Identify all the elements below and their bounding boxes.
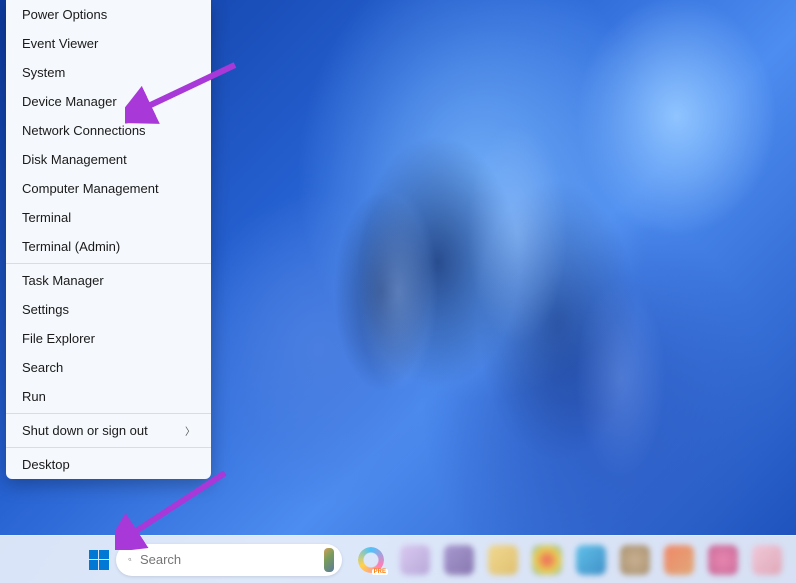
- taskbar-search[interactable]: [116, 544, 342, 576]
- app-icon-1[interactable]: [396, 541, 434, 579]
- search-input[interactable]: [140, 552, 316, 567]
- menu-item-network-connections[interactable]: Network Connections: [6, 116, 211, 145]
- search-highlight-image: [324, 548, 334, 572]
- menu-item-file-explorer[interactable]: File Explorer: [6, 324, 211, 353]
- menu-item-event-viewer[interactable]: Event Viewer: [6, 29, 211, 58]
- menu-item-device-manager[interactable]: Device Manager: [6, 87, 211, 116]
- start-button[interactable]: [85, 545, 112, 575]
- app-icon-2[interactable]: [440, 541, 478, 579]
- app-icon-5[interactable]: [572, 541, 610, 579]
- taskbar-pinned-apps: PRE: [352, 541, 786, 579]
- search-icon: [128, 552, 132, 567]
- menu-item-disk-management[interactable]: Disk Management: [6, 145, 211, 174]
- power-user-menu: Power Options Event Viewer System Device…: [6, 0, 211, 479]
- app-icon-9[interactable]: [748, 541, 786, 579]
- menu-divider: [6, 263, 211, 264]
- app-icon-3[interactable]: [484, 541, 522, 579]
- app-icon-4[interactable]: [528, 541, 566, 579]
- windows-logo-icon: [89, 550, 109, 570]
- chevron-right-icon: 〉: [185, 423, 195, 438]
- menu-item-search[interactable]: Search: [6, 353, 211, 382]
- menu-item-shut-down[interactable]: Shut down or sign out 〉: [6, 416, 211, 445]
- menu-item-computer-management[interactable]: Computer Management: [6, 174, 211, 203]
- menu-divider: [6, 413, 211, 414]
- app-icon-6[interactable]: [616, 541, 654, 579]
- menu-item-system[interactable]: System: [6, 58, 211, 87]
- taskbar: PRE: [0, 535, 796, 583]
- menu-item-desktop[interactable]: Desktop: [6, 450, 211, 479]
- copilot-button[interactable]: PRE: [352, 541, 390, 579]
- menu-item-terminal-admin[interactable]: Terminal (Admin): [6, 232, 211, 261]
- menu-item-settings[interactable]: Settings: [6, 295, 211, 324]
- menu-item-task-manager[interactable]: Task Manager: [6, 266, 211, 295]
- menu-item-run[interactable]: Run: [6, 382, 211, 411]
- menu-divider: [6, 447, 211, 448]
- app-icon-8[interactable]: [704, 541, 742, 579]
- copilot-icon: PRE: [358, 547, 384, 573]
- menu-item-power-options[interactable]: Power Options: [6, 0, 211, 29]
- app-icon-7[interactable]: [660, 541, 698, 579]
- menu-item-terminal[interactable]: Terminal: [6, 203, 211, 232]
